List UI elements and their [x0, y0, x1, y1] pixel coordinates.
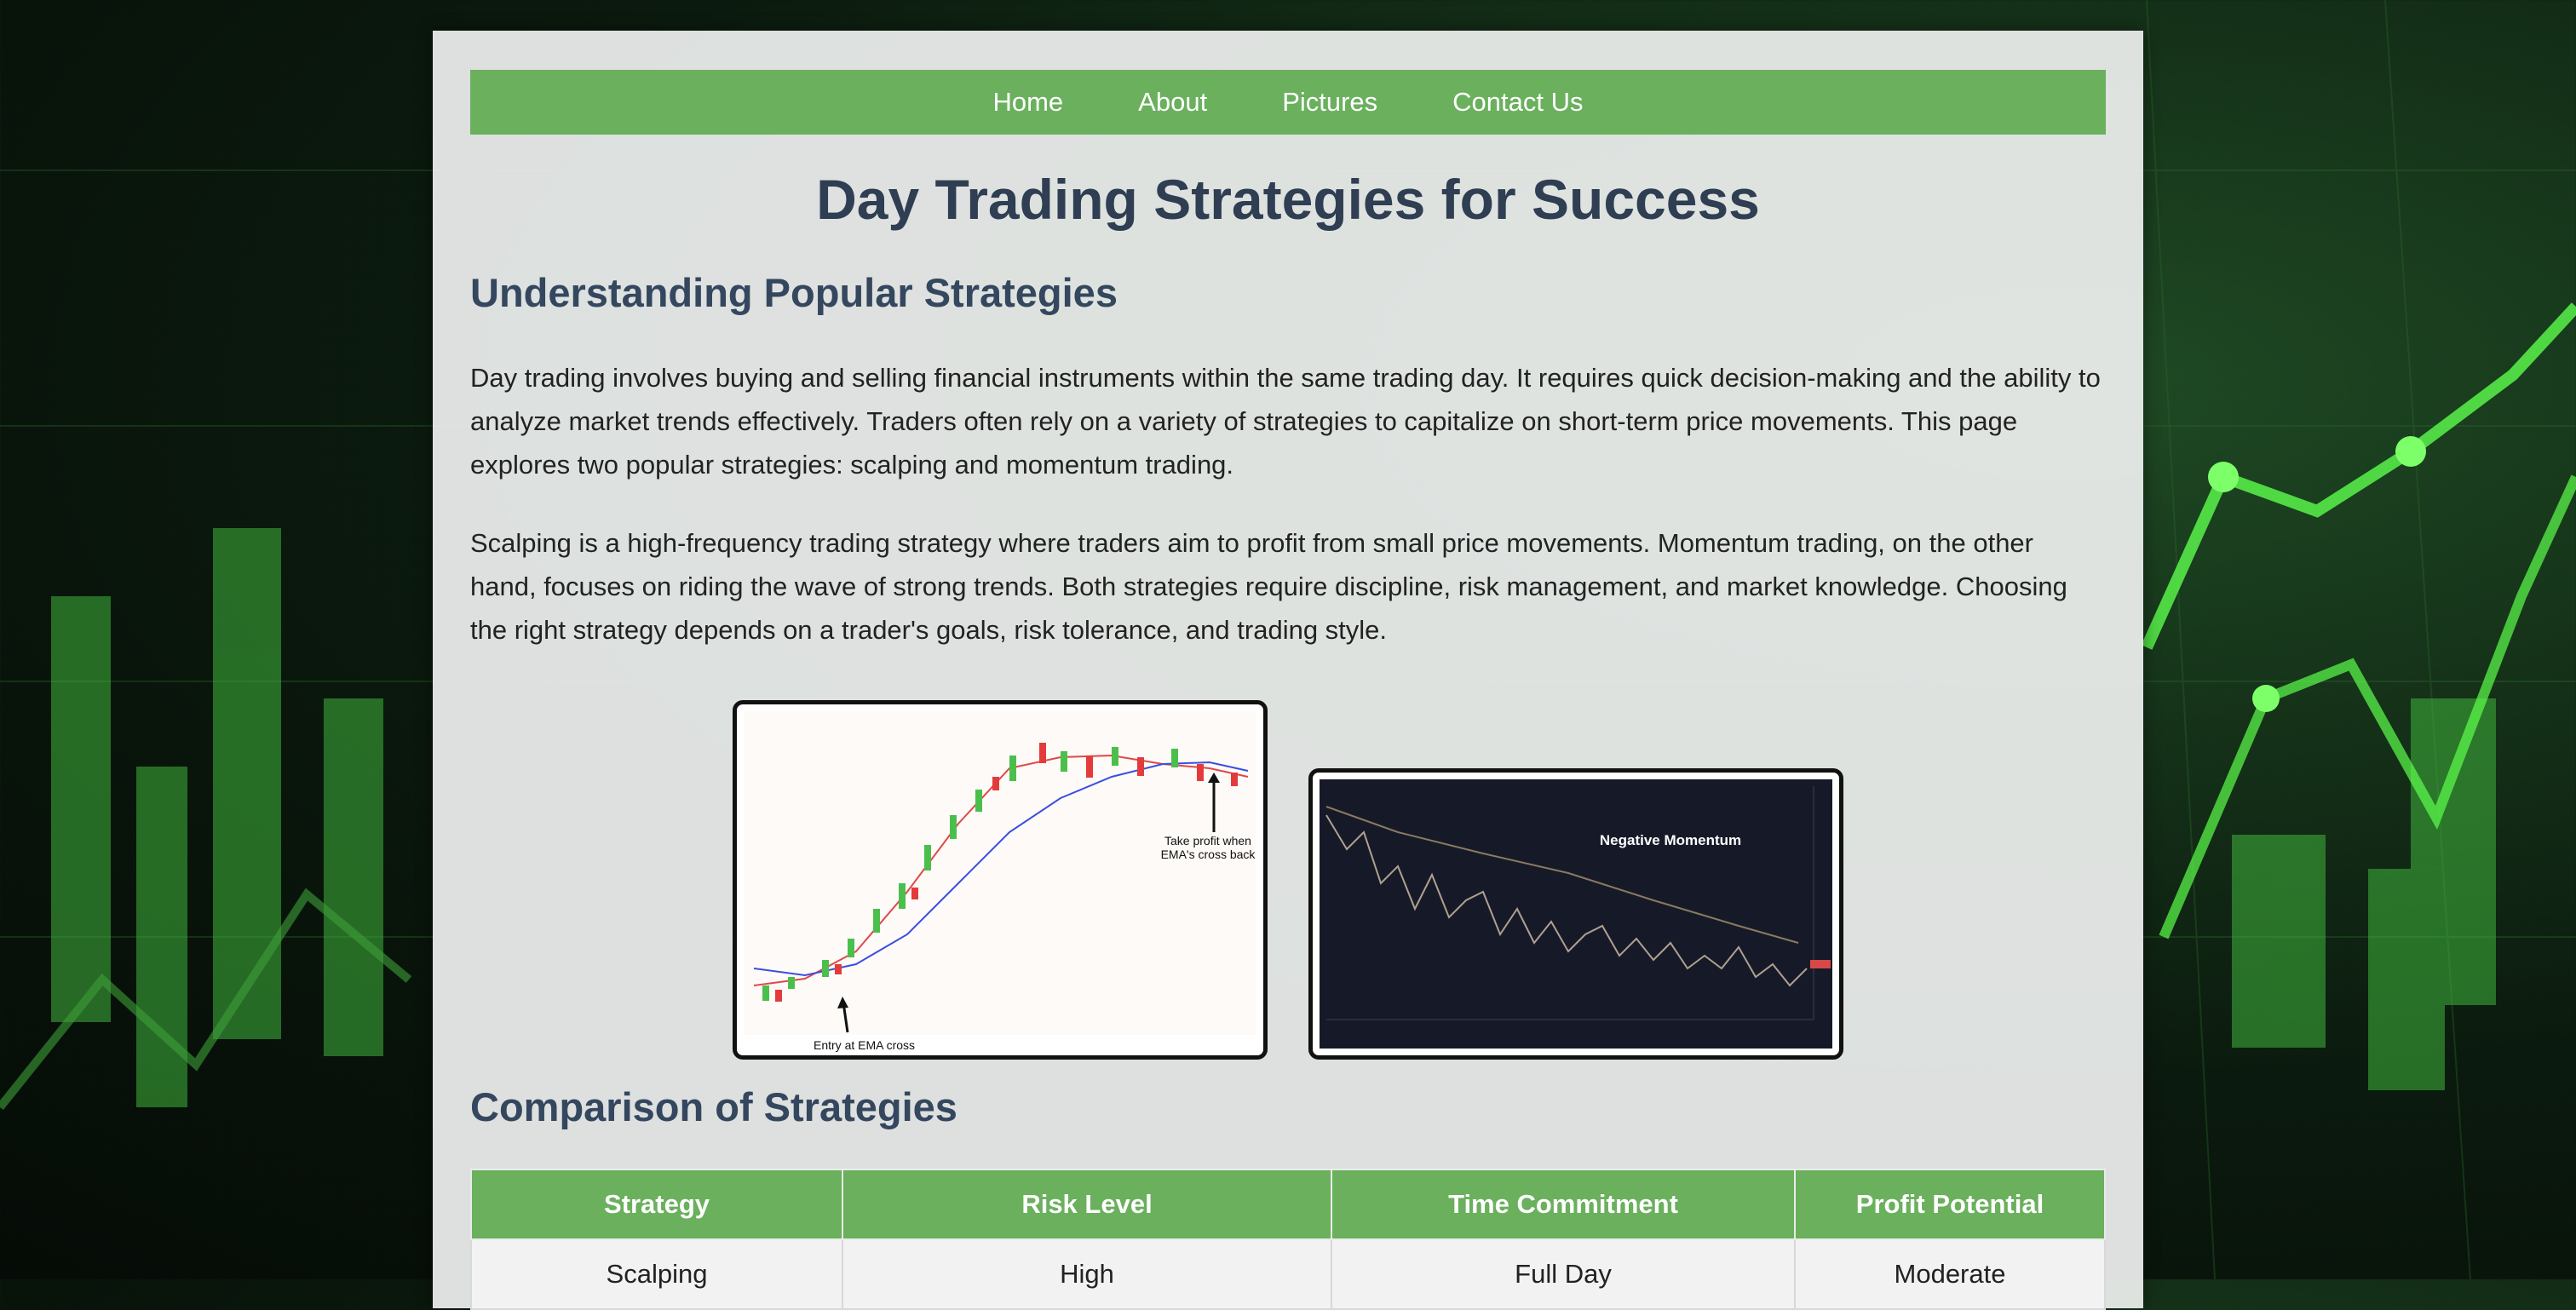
scalping-chart-image: Take profit when EMA's cross back Entry …: [733, 700, 1268, 1060]
section-heading-strategies: Understanding Popular Strategies: [470, 270, 1118, 315]
nav-home-link[interactable]: Home: [955, 70, 1101, 135]
table-row: Scalping High Full Day Moderate: [470, 1238, 2106, 1310]
table-cell: Moderate: [1794, 1238, 2106, 1310]
take-profit-annotation-line2: EMA's cross back: [1161, 847, 1256, 861]
nav-about-link[interactable]: About: [1101, 70, 1245, 135]
entry-annotation: Entry at EMA cross: [814, 1038, 915, 1052]
table-cell: Full Day: [1331, 1238, 1796, 1310]
strategy-paragraph: Scalping is a high-frequency trading str…: [470, 528, 2067, 645]
table-header-row: Strategy Risk Level Time Commitment Prof…: [470, 1169, 2106, 1240]
column-header-profit-potential: Profit Potential: [1794, 1169, 2106, 1240]
column-header-time-commitment: Time Commitment: [1331, 1169, 1796, 1240]
table-cell: High: [842, 1238, 1332, 1310]
momentum-chart-image: Negative Momentum: [1308, 768, 1843, 1060]
nav-contact-link[interactable]: Contact Us: [1415, 70, 1620, 135]
column-header-strategy: Strategy: [470, 1169, 843, 1240]
content-container: Home About Pictures Contact Us Day Tradi…: [433, 31, 2143, 1310]
intro-paragraph: Day trading involves buying and selling …: [470, 363, 2101, 480]
page-title: Day Trading Strategies for Success: [816, 168, 1760, 231]
momentum-label: Negative Momentum: [1600, 832, 1741, 848]
take-profit-annotation-line1: Take profit when: [1164, 834, 1251, 847]
nav-pictures-link[interactable]: Pictures: [1245, 70, 1415, 135]
section-heading-comparison: Comparison of Strategies: [470, 1084, 957, 1129]
top-nav: Home About Pictures Contact Us: [470, 70, 2106, 135]
comparison-table: Strategy Risk Level Time Commitment Prof…: [470, 1169, 2106, 1310]
table-cell: Scalping: [470, 1238, 843, 1310]
column-header-risk-level: Risk Level: [842, 1169, 1332, 1240]
